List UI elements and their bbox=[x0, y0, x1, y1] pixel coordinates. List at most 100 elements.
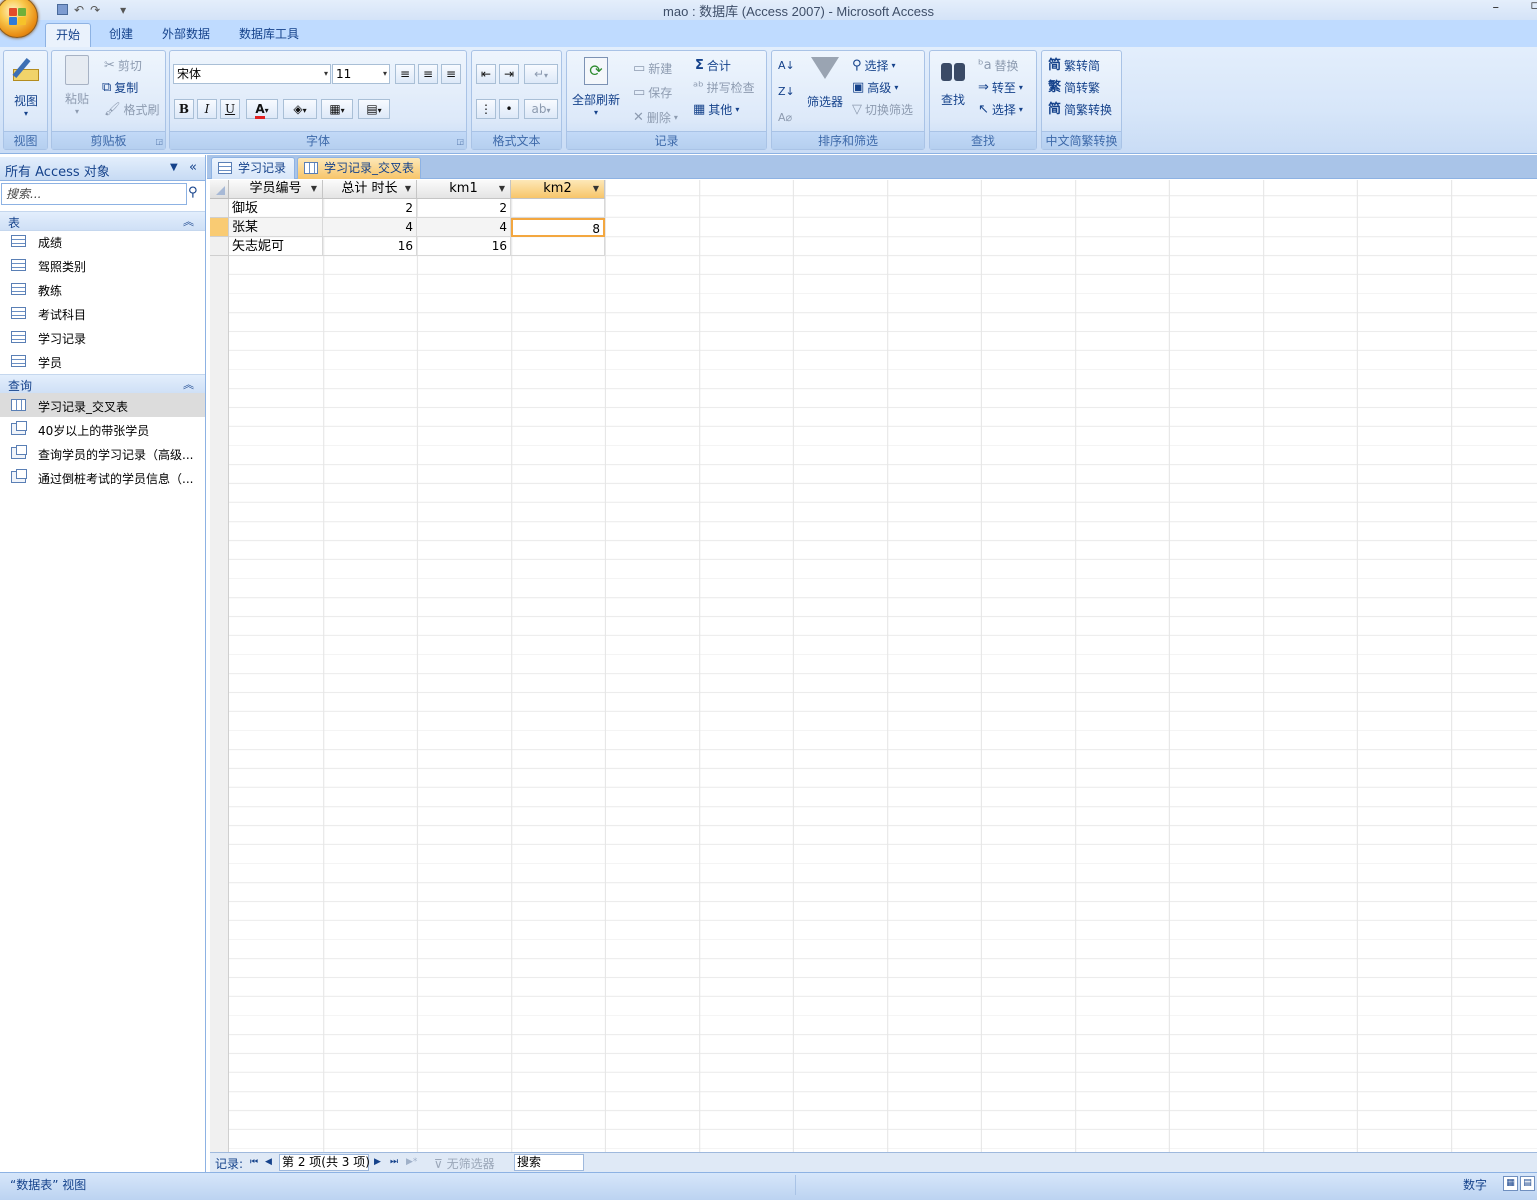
toggle-filter-button[interactable]: ▽ 切换筛选 bbox=[852, 101, 913, 118]
advanced-filter-button[interactable]: ▣ 高级 ▾ bbox=[852, 79, 898, 96]
refresh-all-button[interactable]: ⟳ 全部刷新 ▾ bbox=[570, 57, 622, 117]
no-filter-button[interactable]: ⊽ 无筛选器 bbox=[434, 1155, 495, 1172]
tab-create[interactable]: 创建 bbox=[101, 23, 141, 47]
first-record-icon[interactable]: ⏮ bbox=[250, 1157, 258, 1167]
tab-external-data[interactable]: 外部数据 bbox=[152, 23, 220, 47]
record-selector[interactable] bbox=[210, 237, 229, 256]
simp-to-trad-button[interactable]: 繁简转繁 bbox=[1048, 79, 1100, 96]
filter-button[interactable]: 筛选器 bbox=[804, 57, 846, 110]
table-cell[interactable]: 2 bbox=[323, 199, 417, 218]
table-cell[interactable] bbox=[511, 237, 605, 256]
nav-item-table[interactable]: 教练 bbox=[0, 277, 205, 301]
doc-tab-table[interactable]: 学习记录 bbox=[211, 157, 295, 179]
dialog-launcher-icon[interactable]: ◲ bbox=[456, 137, 464, 146]
copy-button[interactable]: ⧉ 复制 bbox=[102, 79, 138, 96]
table-cell[interactable]: 御坂 bbox=[229, 199, 323, 218]
next-record-icon[interactable]: ▶ bbox=[374, 1157, 381, 1167]
record-selector[interactable] bbox=[210, 199, 229, 218]
chevron-down-icon[interactable]: ▼ bbox=[311, 180, 317, 198]
italic-button[interactable]: I bbox=[197, 99, 217, 119]
record-search-input[interactable]: 搜索 bbox=[514, 1154, 584, 1171]
view-button[interactable]: 视图 ▾ bbox=[6, 55, 46, 118]
decrease-indent-icon[interactable]: ⇤ bbox=[476, 64, 496, 84]
trad-to-simp-button[interactable]: 简繁转简 bbox=[1048, 57, 1100, 74]
totals-button[interactable]: Σ 合计 bbox=[695, 57, 731, 74]
column-header[interactable]: 总计 时长 ▼ bbox=[323, 180, 417, 199]
tab-home[interactable]: 开始 bbox=[45, 23, 91, 47]
table-cell[interactable]: 4 bbox=[417, 218, 511, 237]
goto-button[interactable]: ⇒ 转至 ▾ bbox=[978, 79, 1023, 96]
selection-filter-button[interactable]: ⚲ 选择 ▾ bbox=[852, 57, 896, 74]
pivot-view-icon[interactable]: ▤ bbox=[1520, 1176, 1535, 1191]
record-selector-current[interactable] bbox=[210, 218, 229, 237]
font-size-combo[interactable]: 11 ▾ bbox=[332, 64, 390, 84]
find-button[interactable]: 查找 bbox=[934, 57, 972, 108]
table-cell[interactable]: 张某 bbox=[229, 218, 323, 237]
table-cell-focused[interactable]: 8 bbox=[511, 218, 605, 237]
nav-item-table[interactable]: 驾照类别 bbox=[0, 253, 205, 277]
align-left-icon[interactable]: ≡ bbox=[395, 64, 415, 84]
table-cell[interactable] bbox=[511, 199, 605, 218]
bold-button[interactable]: B bbox=[174, 99, 194, 119]
last-record-icon[interactable]: ⏭ bbox=[390, 1157, 398, 1167]
spelling-button[interactable]: ᵃᵇ 拼写检查 bbox=[693, 79, 755, 96]
font-color-icon[interactable]: A▾ bbox=[246, 99, 278, 119]
nav-item-table[interactable]: 学习记录 bbox=[0, 325, 205, 349]
delete-record-button[interactable]: ✕ 删除 ▾ bbox=[633, 109, 678, 126]
doc-tab-crosstab[interactable]: 学习记录_交叉表 bbox=[297, 157, 421, 179]
conversion-button[interactable]: 简简繁转换 bbox=[1048, 101, 1112, 118]
dialog-launcher-icon[interactable]: ◲ bbox=[155, 137, 163, 146]
datasheet-view-icon[interactable]: ▦ bbox=[1503, 1176, 1518, 1191]
save-record-button[interactable]: ▭ 保存 bbox=[633, 84, 672, 101]
font-name-combo[interactable]: 宋体 ▾ bbox=[173, 64, 331, 84]
nav-section-queries[interactable]: 查询 ︽ bbox=[0, 374, 205, 394]
align-right-icon[interactable]: ≡ bbox=[441, 64, 461, 84]
replace-button[interactable]: ᵇa 替换 bbox=[978, 57, 1019, 74]
column-header[interactable]: 学员编号 ▼ bbox=[229, 180, 323, 199]
gridlines-icon[interactable]: ▦▾ bbox=[321, 99, 353, 119]
sort-descending-icon[interactable]: Z↓ bbox=[778, 85, 795, 98]
paste-button[interactable]: 粘贴 ▾ bbox=[59, 55, 95, 116]
more-button[interactable]: ▦ 其他 ▾ bbox=[693, 101, 739, 118]
bullet-list-icon[interactable]: • bbox=[499, 99, 519, 119]
tab-database-tools[interactable]: 数据库工具 bbox=[230, 23, 308, 47]
nav-header[interactable]: 所有 Access 对象 ▼ « bbox=[0, 157, 205, 181]
select-button[interactable]: ↖ 选择 ▾ bbox=[978, 101, 1023, 118]
maximize-button[interactable]: ▫ bbox=[1530, 0, 1537, 13]
format-painter-button[interactable]: 🖌 格式刷 bbox=[104, 101, 160, 118]
datasheet-grid[interactable] bbox=[210, 180, 1537, 1152]
increase-indent-icon[interactable]: ⇥ bbox=[499, 64, 519, 84]
collapse-section-icon[interactable]: ︽ bbox=[183, 376, 194, 392]
table-cell[interactable]: 2 bbox=[417, 199, 511, 218]
cut-button[interactable]: ✂ 剪切 bbox=[104, 57, 142, 74]
nav-item-query[interactable]: 40岁以上的带张学员 bbox=[0, 417, 205, 441]
column-header-selected[interactable]: km2 ▼ bbox=[511, 180, 605, 199]
clear-sort-icon[interactable]: A⌀ bbox=[778, 111, 792, 124]
minimize-button[interactable]: – bbox=[1493, 0, 1500, 15]
underline-button[interactable]: U bbox=[220, 99, 240, 119]
highlight-icon[interactable]: ab▾ bbox=[524, 99, 558, 119]
select-all-corner[interactable] bbox=[210, 180, 229, 199]
chevron-down-icon[interactable]: ▼ bbox=[593, 180, 599, 198]
collapse-section-icon[interactable]: ︽ bbox=[183, 213, 194, 229]
nav-item-query[interactable]: 通过倒桩考试的学员信息（... bbox=[0, 465, 205, 489]
search-icon[interactable]: ⚲ bbox=[188, 185, 198, 200]
text-direction-icon[interactable]: ↵▾ bbox=[524, 64, 558, 84]
new-record-nav-icon[interactable]: ▶* bbox=[406, 1157, 417, 1167]
column-header[interactable]: km1 ▼ bbox=[417, 180, 511, 199]
collapse-pane-icon[interactable]: « bbox=[189, 160, 197, 175]
new-record-button[interactable]: ▭ 新建 bbox=[633, 60, 672, 77]
nav-item-query[interactable]: 查询学员的学习记录（高级... bbox=[0, 441, 205, 465]
chevron-down-icon[interactable]: ▼ bbox=[405, 180, 411, 198]
table-cell[interactable]: 矢志妮可 bbox=[229, 237, 323, 256]
nav-item-table[interactable]: 考试科目 bbox=[0, 301, 205, 325]
nav-item-table[interactable]: 学员 bbox=[0, 349, 205, 373]
nav-item-table[interactable]: 成绩 bbox=[0, 229, 205, 253]
nav-search-input[interactable]: 搜索... bbox=[1, 183, 187, 205]
table-cell[interactable]: 16 bbox=[417, 237, 511, 256]
current-record-field[interactable]: 第 2 项(共 3 项) bbox=[279, 1154, 370, 1171]
table-cell[interactable]: 4 bbox=[323, 218, 417, 237]
align-center-icon[interactable]: ≡ bbox=[418, 64, 438, 84]
table-cell[interactable]: 16 bbox=[323, 237, 417, 256]
nav-item-query-selected[interactable]: 学习记录_交叉表 bbox=[0, 393, 205, 417]
